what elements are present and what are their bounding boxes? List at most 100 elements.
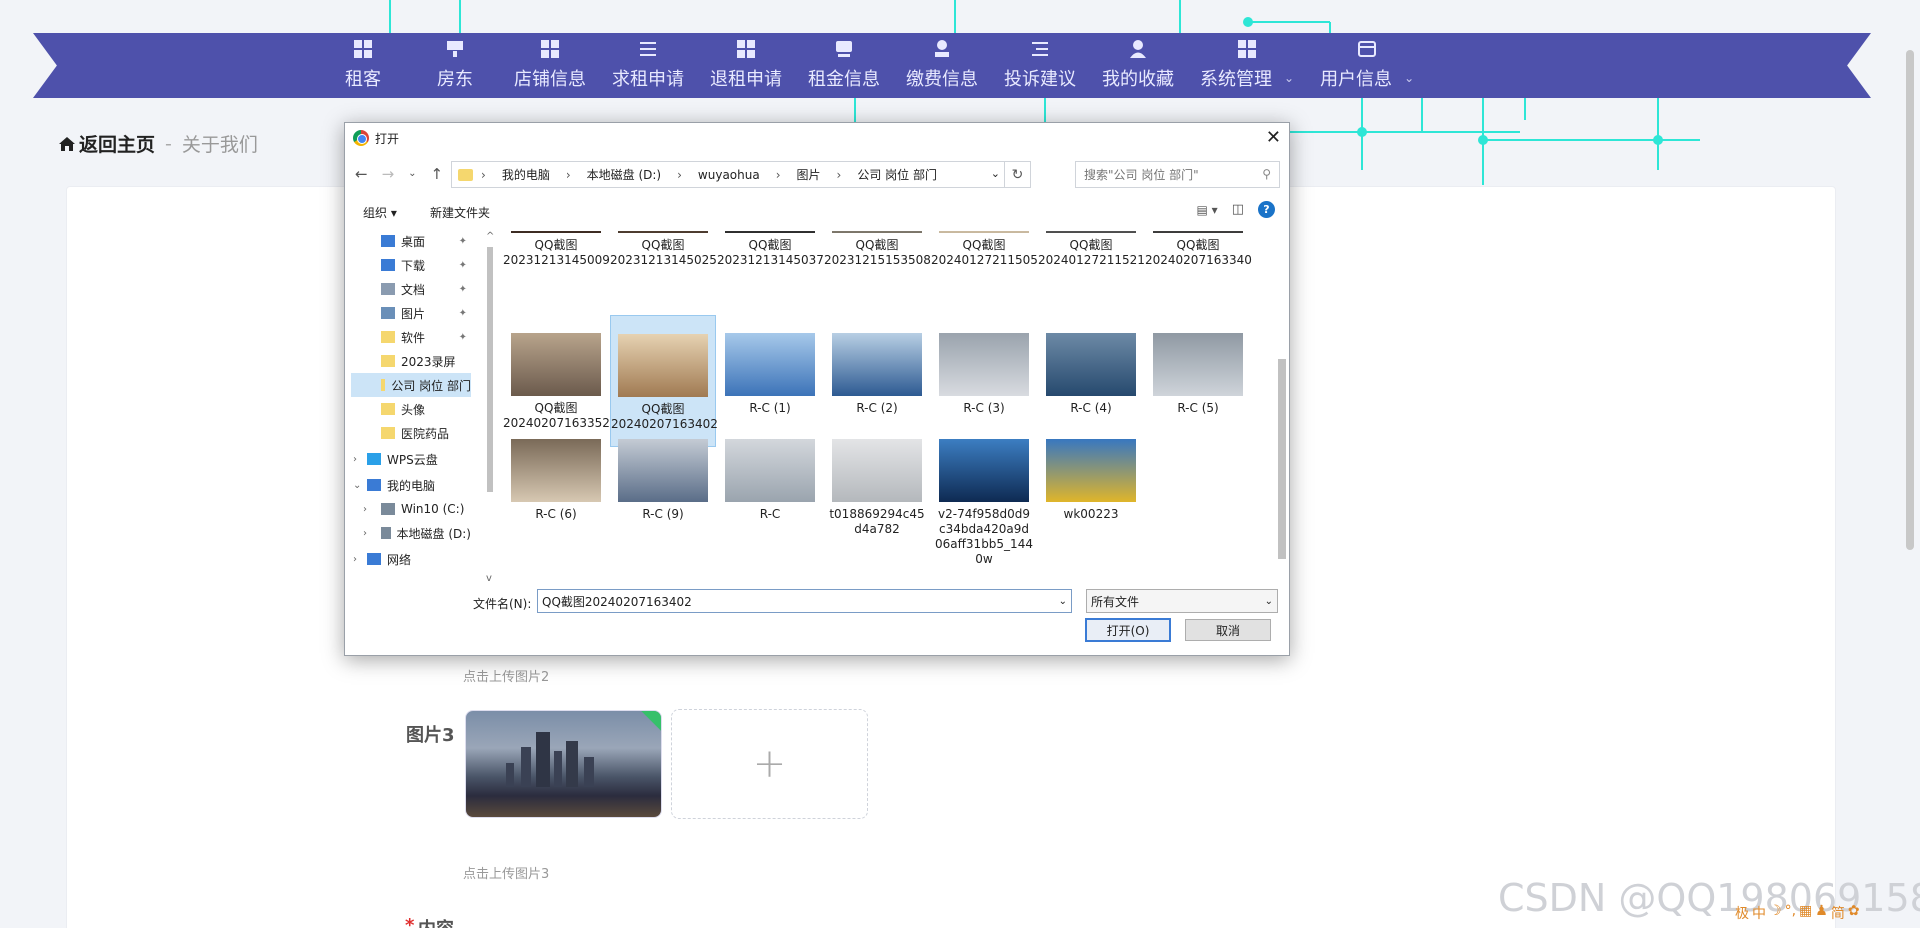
sidebar-item[interactable]: 文档 ✦ [351,277,471,301]
file-item[interactable]: QQ截图 20240207163340 [1145,231,1252,268]
ime-button[interactable]: 极 [1735,903,1749,923]
file-item[interactable]: R-C [717,423,823,522]
help-icon[interactable]: ? [1258,201,1275,218]
path-crumb[interactable]: 我的电脑 [502,166,550,183]
ime-button[interactable]: ▦ [1799,903,1812,923]
nav-item-7[interactable]: 投诉建议 [1004,38,1076,96]
nav-item-6[interactable]: 缴费信息 [906,38,978,96]
nav-item-5[interactable]: 租金信息 [808,38,880,96]
sidebar-item[interactable]: 桌面 ✦ [351,229,471,253]
file-item[interactable]: R-C (2) [824,317,930,416]
search-field[interactable]: ⚲ [1075,161,1280,188]
sidebar-item[interactable]: 图片 ✦ [351,301,471,325]
page-scrollbar[interactable] [1906,50,1914,550]
ime-button[interactable]: ✿ [1848,903,1860,923]
download-icon [381,259,395,271]
back-arrow-icon[interactable]: ← [355,165,368,183]
search-input[interactable] [1084,167,1254,182]
file-grid-scrollbar[interactable] [1275,229,1289,589]
sidebar-item[interactable]: 公司 岗位 部门 [351,373,471,397]
filename-input[interactable]: QQ截图20240207163402 ⌄ [537,589,1072,613]
ime-button[interactable]: °, [1785,903,1796,923]
open-button[interactable]: 打开(O) [1085,618,1171,642]
file-item[interactable]: v2-74f958d0d9 c34bda420a9d 06aff31bb5_14… [931,423,1037,567]
recent-dropdown-icon[interactable]: ⌄ [408,168,416,183]
preview-pane-icon[interactable]: ◫ [1232,202,1244,217]
path-crumb[interactable]: wuyaohua [698,168,760,182]
chevron-right-icon[interactable]: › [363,528,367,539]
pin-icon: ✦ [458,259,467,271]
file-item[interactable]: R-C (3) [931,317,1037,416]
path-crumb[interactable]: 本地磁盘 (D:) [587,166,661,183]
path-crumb[interactable]: 图片 [797,166,821,183]
nav-item-10[interactable]: 用户信息 ⌄ [1320,38,1414,96]
nav-item-2[interactable]: 店铺信息 [514,38,586,96]
ime-button[interactable]: ☽ [1769,903,1782,923]
nav-item-4[interactable]: 退租申请 [710,38,782,96]
file-item[interactable]: QQ截图 20240127211505 [931,231,1038,268]
file-item[interactable]: R-C (9) [610,423,716,522]
cancel-button[interactable]: 取消 [1185,619,1271,641]
file-item[interactable]: QQ截图 20240207163352 [503,317,610,431]
chevron-right-icon[interactable]: › [353,454,357,465]
nav-item-8[interactable]: 我的收藏 [1102,38,1174,96]
new-folder-button[interactable]: 新建文件夹 [430,204,490,221]
ime-button[interactable]: ♟ [1815,903,1828,923]
sidebar-item[interactable]: 软件 ✦ [351,325,471,349]
close-icon[interactable]: ✕ [1266,127,1281,148]
sidebar-item[interactable]: ⌄ 我的电脑 [351,473,471,497]
nav-item-3[interactable]: 求租申请 [612,38,684,96]
address-dropdown-icon[interactable]: ⌄ [991,167,1000,180]
document-icon [381,283,395,295]
nav-item-1[interactable]: 房东 [422,38,488,96]
sidebar-item-label: 头像 [401,402,426,417]
sidebar-item[interactable]: › WPS云盘 [351,447,471,471]
file-item[interactable]: QQ截图 20231213145037 [717,231,824,268]
file-item[interactable]: QQ截图 20231213145009 [503,231,610,268]
sidebar-item[interactable]: 头像 [351,397,471,421]
address-bar[interactable]: › 我的电脑 › 本地磁盘 (D:) › wuyaohua › 图片 › 公司 岗位 部门 ⌄ ↻ [451,161,1031,188]
chevron-down-icon[interactable]: ⌄ [1059,596,1067,607]
file-type-select[interactable]: 所有文件 ⌄ [1086,589,1278,613]
home-link[interactable]: 返回主页 [58,130,155,157]
sidebar-item[interactable]: › Win10 (C:) [351,497,471,521]
nav-item-0[interactable]: 租客 [330,38,396,96]
file-item[interactable]: R-C (1) [717,317,823,416]
file-name: QQ截图 20231213145025 [610,238,717,267]
sidebar-item-label: 图片 [401,306,426,321]
file-item[interactable]: QQ截图 20231215153508 [824,231,931,268]
sidebar-item[interactable]: › 本地磁盘 (D:) [351,521,471,545]
file-item[interactable]: t018869294c45 d4a782 [824,423,930,537]
image3-thumbnail[interactable] [465,710,662,818]
refresh-icon[interactable]: ↻ [1004,162,1030,187]
chevron-right-icon[interactable]: › [363,504,367,515]
image3-upload-button[interactable]: + [671,709,868,819]
path-crumb[interactable]: 公司 岗位 部门 [857,166,937,183]
nav-item-9[interactable]: 系统管理 ⌄ [1200,38,1294,96]
organize-menu[interactable]: 组织 ▾ [363,204,397,221]
folder-icon [381,403,395,415]
file-item[interactable]: R-C (4) [1038,317,1144,416]
sidebar-item[interactable]: 2023录屏 [351,349,471,373]
chevron-right-icon[interactable]: › [353,554,357,565]
chevron-down-icon[interactable]: ⌄ [353,480,361,491]
ime-button[interactable]: 中 [1752,903,1766,923]
view-options-icon[interactable]: ▤ ▾ [1197,203,1218,217]
forward-arrow-icon[interactable]: → [382,165,395,183]
pin-icon: ✦ [458,283,467,295]
file-item[interactable]: QQ截图 20240127211521 [1038,231,1145,268]
sidebar-item[interactable]: › 网络 [351,547,471,571]
up-arrow-icon[interactable]: ↑ [431,165,444,183]
file-thumbnail [618,334,708,397]
file-item[interactable]: QQ截图 20231213145025 [610,231,717,268]
ime-button[interactable]: 简 [1831,903,1845,923]
sidebar-item-label: 我的电脑 [387,478,436,493]
navigation-pane-scrollbar[interactable]: ^ v [485,229,495,584]
file-item[interactable]: wk00223 [1038,423,1144,522]
sidebar-item-label: 医院药品 [401,426,450,441]
file-item[interactable]: R-C (6) [503,423,609,522]
sidebar-item[interactable]: 医院药品 [351,421,471,445]
file-item[interactable]: R-C (5) [1145,317,1251,416]
sidebar-item[interactable]: 下载 ✦ [351,253,471,277]
file-thumbnail [1153,333,1243,396]
